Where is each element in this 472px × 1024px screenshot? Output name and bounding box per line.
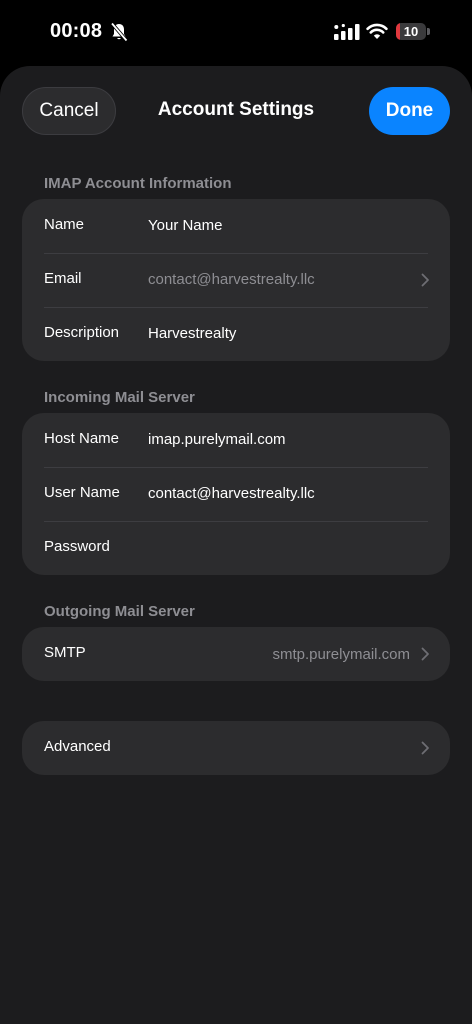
section-header-incoming: Incoming Mail Server: [44, 389, 195, 406]
description-field[interactable]: Harvestrealty: [148, 325, 236, 342]
section-header-imap: IMAP Account Information: [44, 175, 232, 192]
user-name-field[interactable]: contact@harvestrealty.llc: [148, 485, 315, 502]
done-button[interactable]: Done: [369, 87, 450, 135]
advanced-label: Advanced: [44, 738, 111, 755]
description-row[interactable]: Description Harvestrealty: [22, 307, 450, 361]
name-field[interactable]: Your Name: [148, 217, 223, 234]
account-settings-sheet: Cancel Account Settings Done IMAP Accoun…: [0, 66, 472, 1024]
email-label: Email: [44, 270, 82, 287]
section-header-outgoing: Outgoing Mail Server: [44, 603, 195, 620]
host-name-row[interactable]: Host Name imap.purelymail.com: [22, 413, 450, 467]
battery-level: 10: [403, 24, 419, 39]
page-title: Account Settings: [157, 99, 315, 120]
imap-account-group: Name Your Name Email contact@harvestreal…: [22, 199, 450, 361]
chevron-right-icon: [421, 647, 429, 661]
name-label: Name: [44, 216, 85, 233]
host-name-field[interactable]: imap.purelymail.com: [148, 431, 286, 448]
cellular-signal-icon: [334, 24, 360, 40]
incoming-server-group: Host Name imap.purelymail.com User Name …: [22, 413, 450, 575]
host-name-label: Host Name: [44, 430, 120, 447]
email-value: contact@harvestrealty.llc: [148, 271, 315, 288]
description-label: Description: [44, 324, 120, 341]
smtp-value: smtp.purelymail.com: [272, 646, 410, 663]
status-time: 00:08: [50, 20, 103, 42]
wifi-icon: [366, 23, 388, 39]
advanced-group: Advanced: [22, 721, 450, 775]
chevron-right-icon: [421, 741, 429, 755]
battery-icon: 10: [396, 23, 430, 40]
smtp-row[interactable]: SMTP smtp.purelymail.com: [22, 627, 450, 681]
name-row[interactable]: Name Your Name: [22, 199, 450, 253]
advanced-row[interactable]: Advanced: [22, 721, 450, 775]
password-row[interactable]: Password: [22, 521, 450, 575]
bell-slash-icon: [110, 22, 128, 42]
status-bar: 00:08 10: [0, 0, 472, 64]
cancel-button[interactable]: Cancel: [22, 87, 116, 135]
smtp-label: SMTP: [44, 644, 86, 661]
user-name-label: User Name: [44, 484, 120, 501]
email-row[interactable]: Email contact@harvestrealty.llc: [22, 253, 450, 307]
chevron-right-icon: [421, 273, 429, 287]
outgoing-server-group: SMTP smtp.purelymail.com: [22, 627, 450, 681]
user-name-row[interactable]: User Name contact@harvestrealty.llc: [22, 467, 450, 521]
password-label: Password: [44, 538, 110, 555]
